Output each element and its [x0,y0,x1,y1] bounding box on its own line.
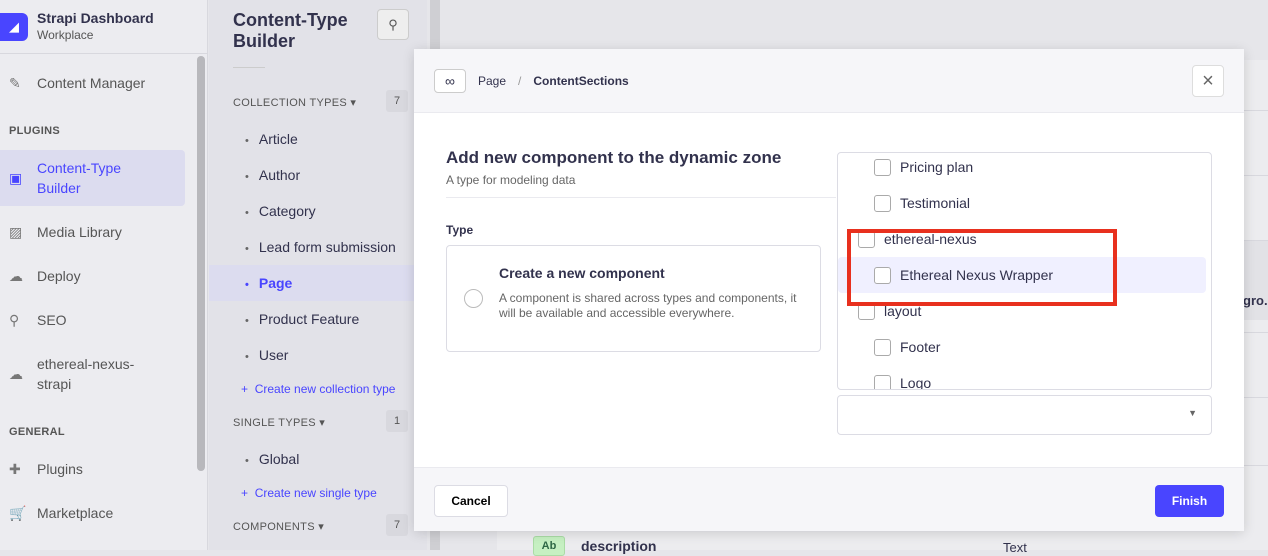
modal-header: ∞ Page / ContentSections × [414,49,1244,113]
radio-button[interactable] [464,289,483,308]
option-footer[interactable]: Footer [838,329,1206,365]
nav-plugins[interactable]: ✚ Plugins [0,459,185,479]
option-pricing-plan[interactable]: Pricing plan [838,153,1206,185]
breadcrumb-separator: / [518,73,522,88]
nav-content-manager[interactable]: ✎ Content Manager [0,72,185,94]
cancel-button[interactable]: Cancel [434,485,508,517]
checkbox[interactable] [874,194,891,212]
modal-subtitle: A type for modeling data [446,173,576,187]
collection-types-toggle[interactable]: COLLECTION TYPES ▾ [233,96,356,109]
finish-button[interactable]: Finish [1155,485,1224,517]
main-nav: ◢ Strapi Dashboard Workplace ✎ Content Man… [0,0,208,550]
highlight-annotation [847,229,1117,306]
search-icon: ⚲ [9,311,20,328]
feather-icon: ✎ [9,74,21,91]
checkbox[interactable] [874,374,891,389]
layout-icon: ▣ [9,169,23,186]
nav-marketplace[interactable]: 🛒 Marketplace [0,503,185,523]
general-section-label: GENERAL [9,426,65,438]
collection-count: 7 [386,90,408,112]
nav-ethereal-nexus[interactable]: ☁ ethereal-nexus-strapi [0,354,185,394]
ctb-item-product-feature[interactable]: Product Feature [233,301,413,337]
ctb-sidebar: Content-Type Builder ⚲ COLLECTION TYPES … [209,0,427,550]
cart-icon: 🛒 [9,504,27,521]
dynamic-zone-icon: ∞ [434,68,466,93]
single-types-toggle[interactable]: SINGLE TYPES ▾ [233,416,325,429]
ctb-item-category[interactable]: Category [233,193,413,229]
breadcrumb-current: ContentSections [533,73,629,88]
puzzle-icon: ✚ [9,460,21,477]
brand-title: Strapi Dashboard [37,9,154,26]
strapi-logo-icon: ◢ [0,12,28,41]
search-button[interactable]: ⚲ [377,9,409,40]
ctb-item-lead-form[interactable]: Lead form submission [233,229,413,265]
components-toggle[interactable]: COMPONENTS ▾ [233,520,324,533]
divider [446,197,836,198]
modal-title: Add new component to the dynamic zone [446,148,782,167]
truncated-text: gro... [1243,293,1268,308]
single-count: 1 [386,410,408,432]
breadcrumb-page: Page [478,73,507,88]
close-icon[interactable]: × [1192,65,1224,97]
components-count: 7 [386,514,408,536]
checkbox[interactable] [874,338,891,356]
modal-footer: Cancel Finish [414,467,1244,531]
nav-content-type-builder[interactable]: ▣ Content-Type Builder [0,150,185,206]
option-logo[interactable]: Logo [838,365,1206,389]
cloud-icon: ☁ [9,267,23,284]
field-name: description [581,538,657,554]
cloud-icon: ☁ [9,365,23,382]
field-type: Text [1003,540,1027,555]
ctb-item-author[interactable]: Author [233,157,413,193]
create-single-link[interactable]: + Create new single type [241,486,377,500]
card-title: Create a new component [499,265,665,281]
text-field-badge: Ab [533,536,565,556]
divider [233,67,265,68]
brand: ◢ Strapi Dashboard Workplace [0,0,207,54]
components-select[interactable]: ▼ [837,395,1212,435]
checkbox[interactable] [874,158,891,176]
create-component-option[interactable]: Create a new component A component is sh… [446,245,821,352]
ctb-item-user[interactable]: User [233,337,413,373]
ctb-item-page[interactable]: Page [209,265,414,301]
ctb-title: Content-Type Builder [233,10,348,51]
nav-scrollbar[interactable] [197,56,205,471]
ctb-item-global[interactable]: Global [233,441,413,477]
nav-seo[interactable]: ⚲ SEO [0,310,185,330]
card-description: A component is shared across types and c… [499,291,797,320]
add-component-modal: ∞ Page / ContentSections × Add new compo… [414,49,1244,531]
type-label: Type [446,223,474,237]
caret-down-icon: ▼ [1188,408,1197,418]
image-icon: ▨ [9,223,23,240]
option-testimonial[interactable]: Testimonial [838,185,1206,221]
create-collection-link[interactable]: + Create new collection type [241,382,395,396]
nav-media-library[interactable]: ▨ Media Library [0,222,185,242]
nav-deploy[interactable]: ☁ Deploy [0,266,185,286]
brand-subtitle: Workplace [37,27,94,42]
ctb-item-article[interactable]: Article [233,121,413,157]
plugins-section-label: PLUGINS [9,125,60,137]
